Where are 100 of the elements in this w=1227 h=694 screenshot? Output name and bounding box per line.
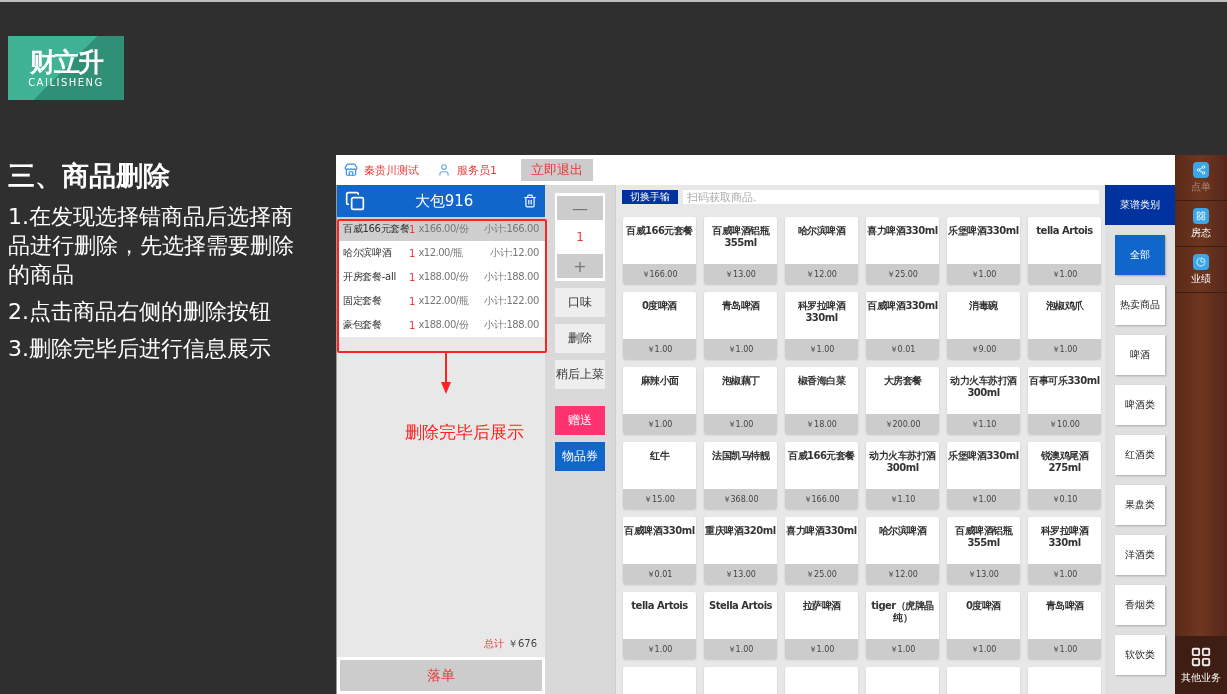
- product-card[interactable]: 泡椒鸡爪 ￥1.00: [1028, 292, 1101, 359]
- product-card[interactable]: 椒香海白菜 ￥18.00: [785, 367, 858, 434]
- product-price: ￥13.00: [947, 564, 1020, 584]
- product-name: 百威166元套餐: [787, 449, 856, 463]
- product-name: 法国凯马特靓: [711, 449, 771, 463]
- product-name: 哈尔滨啤酒: [796, 224, 847, 238]
- product-name: 大房套餐: [882, 374, 923, 388]
- total-amount: ￥676: [507, 637, 537, 651]
- category-button[interactable]: 啤酒类: [1115, 385, 1165, 425]
- grid-icon: [1190, 645, 1212, 668]
- product-card[interactable]: 百威啤酒铝瓶355ml ￥13.00: [704, 217, 777, 284]
- category-button[interactable]: 全部: [1115, 235, 1165, 275]
- product-card[interactable]: 科罗拉啤酒330ml ￥1.00: [1028, 517, 1101, 584]
- action-button[interactable]: 赠送: [555, 406, 605, 435]
- product-price: ￥1.00: [623, 639, 696, 659]
- switch-input-button[interactable]: 切换手输: [622, 190, 678, 204]
- product-card[interactable]: 百威啤酒铝瓶355ml ￥13.00: [947, 517, 1020, 584]
- action-button[interactable]: 物品券: [555, 442, 605, 471]
- action-button[interactable]: 口味: [555, 288, 605, 317]
- category-button[interactable]: 红酒类: [1115, 435, 1165, 475]
- product-card[interactable]: 0度啤酒 ￥1.00: [947, 592, 1020, 659]
- category-button[interactable]: 热卖商品: [1115, 285, 1165, 325]
- product-price: ￥25.00: [866, 264, 939, 284]
- trash-icon[interactable]: [523, 194, 537, 208]
- waiter-name: 服务员1: [457, 162, 497, 178]
- product-price: ￥1.00: [704, 414, 777, 434]
- product-card[interactable]: 动力火车苏打酒300ml ￥1.10: [947, 367, 1020, 434]
- product-name: 百威啤酒330ml: [623, 524, 696, 538]
- product-card[interactable]: 消毒碗 ￥9.00: [947, 292, 1020, 359]
- more-services[interactable]: 其他业务: [1175, 636, 1227, 694]
- product-card[interactable]: 哈尔滨啤酒 ￥12.00: [785, 217, 858, 284]
- order-row[interactable]: 豪包套餐 1 x188.00/份 小计:188.00: [337, 313, 545, 337]
- product-card[interactable]: 乐堡啤酒330ml ￥1.00: [947, 217, 1020, 284]
- product-name: 动力火车苏打酒300ml: [868, 449, 937, 475]
- product-card[interactable]: 重庆啤酒320ml ￥13.00: [704, 517, 777, 584]
- product-card[interactable]: tiger（虎牌晶纯） ￥1.00: [866, 592, 939, 659]
- product-card[interactable]: 百威166元套餐 ￥166.00: [785, 442, 858, 509]
- order-row[interactable]: 开房套餐-all 1 x188.00/份 小计:188.00: [337, 265, 545, 289]
- action-button[interactable]: 稍后上菜: [555, 360, 605, 389]
- product-name: 乐堡啤酒330ml: [947, 224, 1020, 238]
- product-card[interactable]: 动力火车苏打酒300ml ￥1.10: [866, 442, 939, 509]
- category-button[interactable]: 洋酒类: [1115, 535, 1165, 575]
- product-card[interactable]: 乐堡啤酒330ml ￥1.00: [947, 442, 1020, 509]
- item-subtotal: 小计:122.00: [483, 294, 539, 308]
- table-name: 大包916: [414, 191, 474, 211]
- category-button[interactable]: 果盘类: [1115, 485, 1165, 525]
- action-button[interactable]: 删除: [555, 324, 605, 353]
- product-card[interactable]: 锐澳鸡尾酒275ml ￥0.10: [1028, 442, 1101, 509]
- product-name: 百事可乐330ml: [1028, 374, 1101, 388]
- order-row[interactable]: 固定套餐 1 x122.00/瓶 小计:122.00: [337, 289, 545, 313]
- step-text: 1.在发现选择错商品后选择商品进行删除，先选择需要删除的商品: [8, 203, 295, 289]
- product-name: 泡椒鸡爪: [1044, 299, 1085, 313]
- product-card[interactable]: 百事可乐330ml ￥10.00: [1028, 367, 1101, 434]
- product-price: ￥12.00: [785, 264, 858, 284]
- product-card[interactable]: 百威啤酒330ml ￥0.01: [623, 517, 696, 584]
- product-card[interactable]: 科罗拉啤酒330ml ￥1.00: [785, 292, 858, 359]
- unit-price: x12.00/瓶: [418, 246, 464, 260]
- order-row[interactable]: 哈尔滨啤酒 1 x12.00/瓶 小计:12.00: [337, 241, 545, 265]
- unit-price: x188.00/份: [418, 318, 470, 332]
- product-card[interactable]: 喜力啤酒330ml ￥25.00: [785, 517, 858, 584]
- product-card[interactable]: Stella Artois ￥1.00: [704, 592, 777, 659]
- scan-field[interactable]: 扫码获取商品.: [683, 190, 1099, 204]
- nav-icon: [1193, 161, 1209, 178]
- product-card[interactable]: 百威啤酒330ml ￥0.01: [866, 292, 939, 359]
- store-name: 秦贵川测试: [364, 162, 419, 178]
- product-card[interactable]: 麻辣小面 ￥1.00: [623, 367, 696, 434]
- nav-item[interactable]: 业绩: [1175, 247, 1227, 293]
- product-card[interactable]: 泡椒藕丁 ￥1.00: [704, 367, 777, 434]
- user-icon: [437, 163, 451, 177]
- category-button[interactable]: 软饮类: [1115, 635, 1165, 675]
- product-card[interactable]: 哈尔滨啤酒 ￥12.00: [866, 517, 939, 584]
- product-card[interactable]: 青岛啤酒 ￥1.00: [1028, 592, 1101, 659]
- total-label: 总计: [483, 637, 504, 651]
- product-card[interactable]: 0度啤酒 ￥1.00: [623, 292, 696, 359]
- product-name: 0度啤酒: [641, 299, 678, 313]
- product-name: 喜力啤酒330ml: [866, 224, 939, 238]
- item-quantity: 1: [409, 295, 416, 307]
- product-card[interactable]: 拉萨啤酒 ￥1.00: [785, 592, 858, 659]
- product-card[interactable]: 青岛啤酒 ￥1.00: [704, 292, 777, 359]
- category-button[interactable]: 啤酒: [1115, 335, 1165, 375]
- category-header: 菜谱类别: [1105, 185, 1175, 225]
- category-button[interactable]: 香烟类: [1115, 585, 1165, 625]
- product-card[interactable]: tella Artois ￥1.00: [623, 592, 696, 659]
- item-quantity: 1: [409, 271, 416, 283]
- product-card[interactable]: 红牛 ￥15.00: [623, 442, 696, 509]
- nav-item[interactable]: 房态: [1175, 201, 1227, 247]
- product-name: 哈尔滨啤酒: [877, 524, 928, 538]
- product-price: ￥10.00: [1028, 414, 1101, 434]
- product-card[interactable]: 法国凯马特靓 ￥368.00: [704, 442, 777, 509]
- product-card[interactable]: 百威166元套餐 ￥166.00: [623, 217, 696, 284]
- order-row[interactable]: 百威166元套餐1 x166.00/份 小计:166.00: [337, 217, 545, 241]
- product-card[interactable]: 喜力啤酒330ml ￥25.00: [866, 217, 939, 284]
- product-price: ￥1.00: [623, 339, 696, 359]
- product-name: 青岛啤酒: [1044, 599, 1085, 613]
- product-price: ￥0.01: [866, 339, 939, 359]
- copy-icon[interactable]: [345, 191, 365, 211]
- annotation-arrow: [441, 352, 451, 394]
- item-name: 哈尔滨啤酒: [343, 246, 393, 260]
- product-card[interactable]: 大房套餐 ￥200.00: [866, 367, 939, 434]
- product-card[interactable]: tella Artois ￥1.00: [1028, 217, 1101, 284]
